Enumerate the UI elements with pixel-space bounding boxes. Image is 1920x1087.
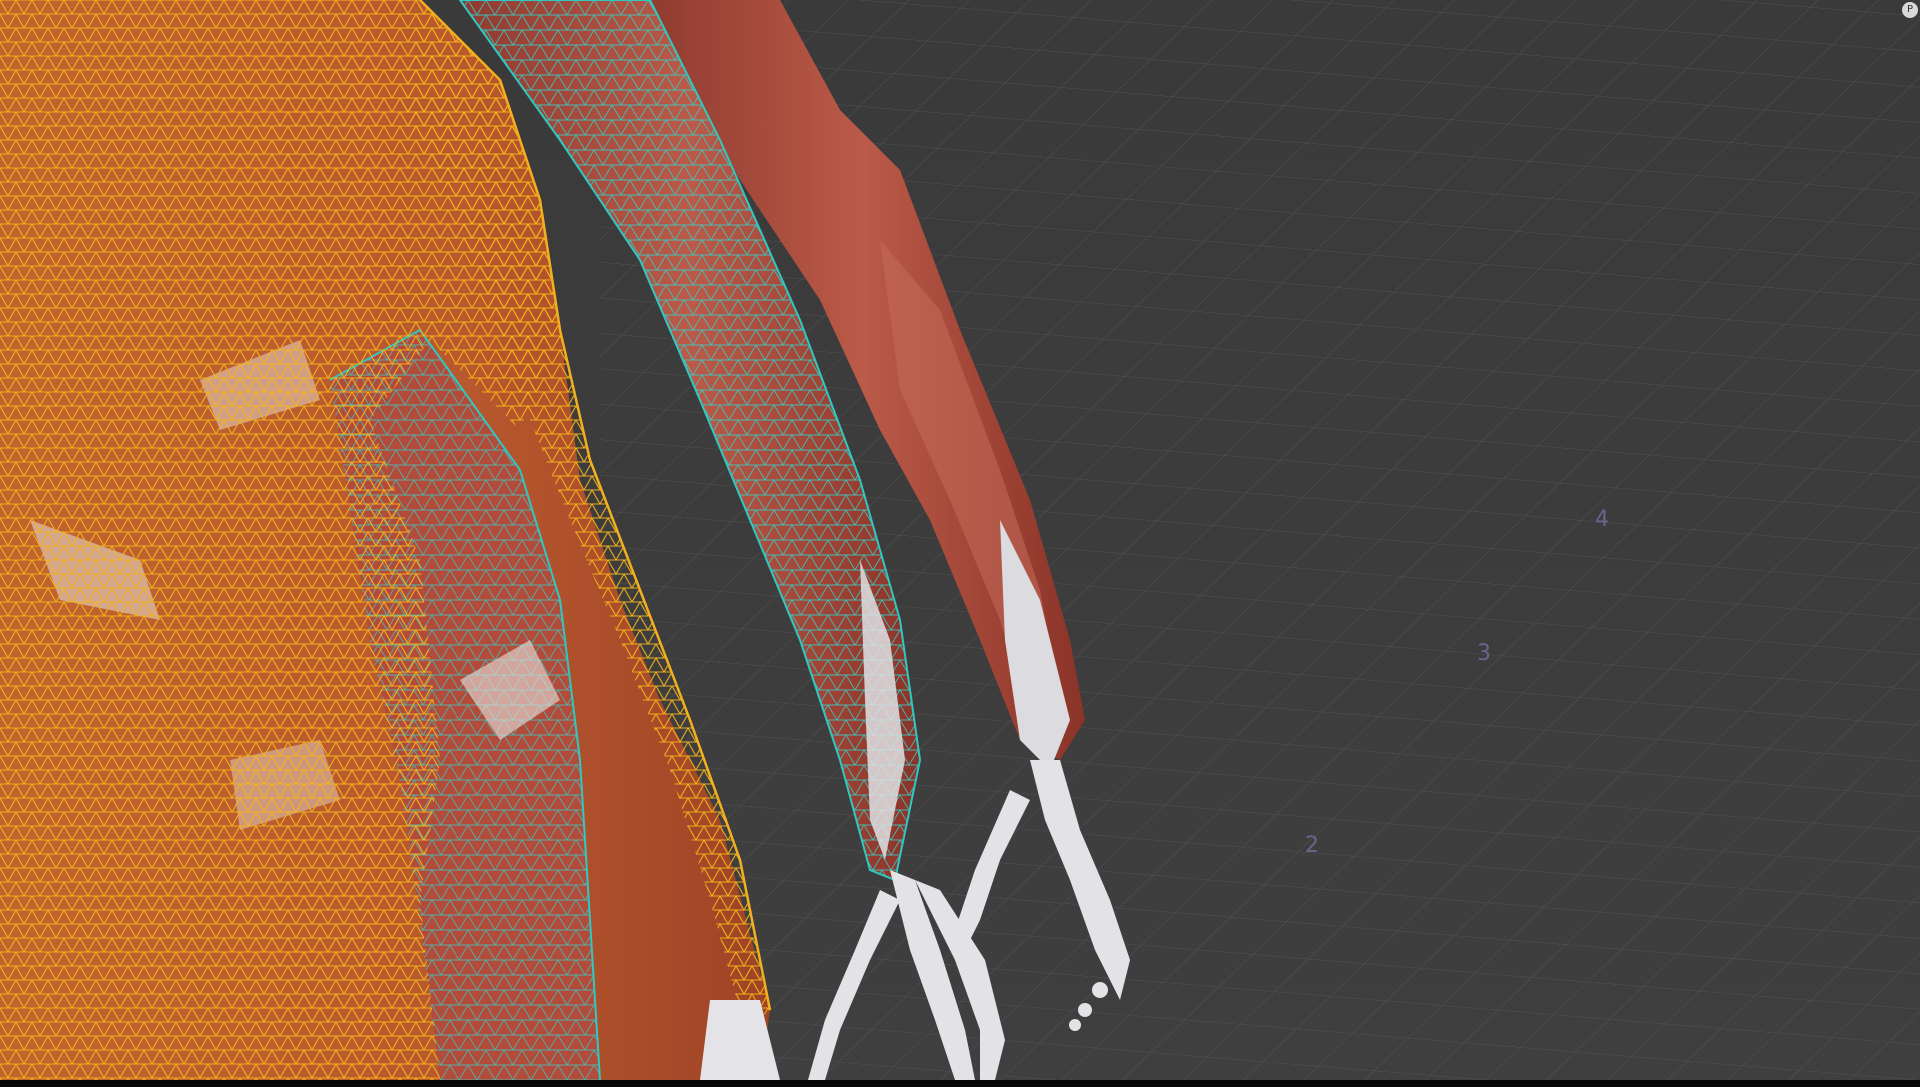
- viewport-badge-icon[interactable]: P: [1902, 2, 1918, 18]
- grid-label-3: 3: [1477, 641, 1491, 666]
- grid-label-2: 2: [1305, 833, 1319, 858]
- viewport-scene[interactable]: 2 3 4: [0, 0, 1920, 1080]
- bottom-letterbox: [0, 1080, 1920, 1087]
- 3d-viewport[interactable]: 2 3 4 P: [0, 0, 1920, 1080]
- grid-label-4: 4: [1595, 507, 1609, 532]
